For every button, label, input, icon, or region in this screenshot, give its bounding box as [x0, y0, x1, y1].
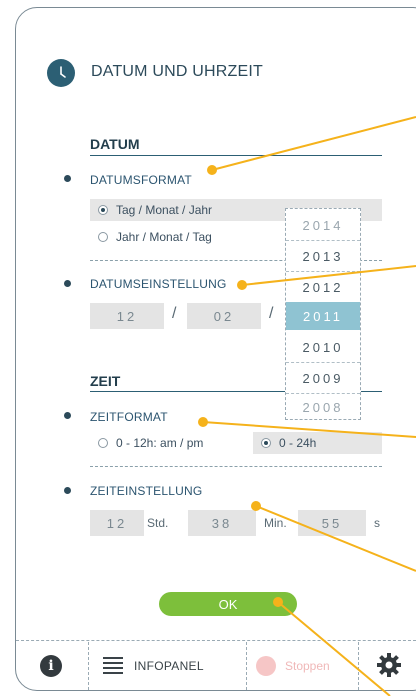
year-option[interactable]: 2014: [286, 211, 360, 239]
page-title: DATUM UND UHRZEIT: [91, 63, 263, 80]
zeitformat-bullet: [64, 412, 71, 419]
radio-button[interactable]: [98, 438, 108, 448]
stop-icon[interactable]: [256, 656, 276, 676]
date-format-option-label: Tag / Monat / Jahr: [116, 203, 213, 217]
zeiteinstellung-label: ZEITEINSTELLUNG: [90, 484, 203, 498]
year-option[interactable]: 2010: [286, 333, 360, 361]
ok-button[interactable]: OK: [159, 592, 297, 616]
date-format-option-ymd[interactable]: Jahr / Monat / Tag: [90, 226, 290, 248]
hours-field[interactable]: 12: [90, 510, 144, 536]
datumsformat-label: DATUMSFORMAT: [90, 173, 192, 187]
year-option[interactable]: 2012: [286, 273, 360, 301]
zeitformat-label: ZEITFORMAT: [90, 410, 168, 424]
minutes-unit: Min.: [264, 516, 287, 530]
divider: [90, 466, 382, 467]
hours-unit: Std.: [147, 516, 169, 530]
date-format-option-label: Jahr / Monat / Tag: [116, 230, 212, 244]
zeit-section-title: ZEIT: [90, 373, 121, 389]
date-separator: /: [172, 305, 177, 322]
time-format-option-label: 0 - 12h: am / pm: [116, 436, 204, 450]
divider: [286, 240, 360, 241]
divider: [286, 271, 360, 272]
year-picker[interactable]: 2014 2013 2012 2011 2010 2009 2008: [285, 208, 361, 420]
radio-button-selected[interactable]: [98, 205, 108, 215]
gear-icon[interactable]: [376, 652, 402, 678]
minutes-field[interactable]: 38: [188, 510, 256, 536]
footer-divider: [16, 640, 416, 641]
divider: [286, 362, 360, 363]
seconds-field[interactable]: 55: [298, 510, 366, 536]
datumseinstellung-label: DATUMSEINSTELLUNG: [90, 277, 227, 291]
footer-separator: [358, 642, 359, 690]
stop-button[interactable]: Stoppen: [285, 659, 330, 673]
day-field[interactable]: 12: [90, 303, 164, 329]
footer-separator: [246, 642, 247, 690]
footer-separator: [88, 642, 89, 690]
zeiteinstellung-bullet: [64, 487, 71, 494]
year-option-selected[interactable]: 2011: [286, 302, 360, 330]
year-option[interactable]: 2009: [286, 364, 360, 392]
month-field[interactable]: 02: [187, 303, 261, 329]
time-format-option-24h[interactable]: 0 - 24h: [253, 432, 382, 454]
clock-icon: [47, 59, 75, 87]
datumsformat-bullet: [64, 175, 71, 182]
infopanel-button[interactable]: INFOPANEL: [134, 659, 204, 673]
datum-section-divider: [90, 155, 382, 156]
radio-button-selected[interactable]: [261, 438, 271, 448]
date-separator: /: [269, 305, 274, 322]
info-icon[interactable]: i: [40, 655, 62, 677]
radio-button[interactable]: [98, 232, 108, 242]
year-option[interactable]: 2008: [286, 393, 360, 421]
time-format-option-label: 0 - 24h: [279, 436, 317, 450]
seconds-unit: s: [374, 516, 380, 530]
datumseinstellung-bullet: [64, 280, 71, 287]
year-option[interactable]: 2013: [286, 242, 360, 270]
time-format-option-12h[interactable]: 0 - 12h: am / pm: [90, 432, 250, 454]
menu-icon[interactable]: [103, 657, 123, 675]
datum-section-title: DATUM: [90, 136, 140, 152]
